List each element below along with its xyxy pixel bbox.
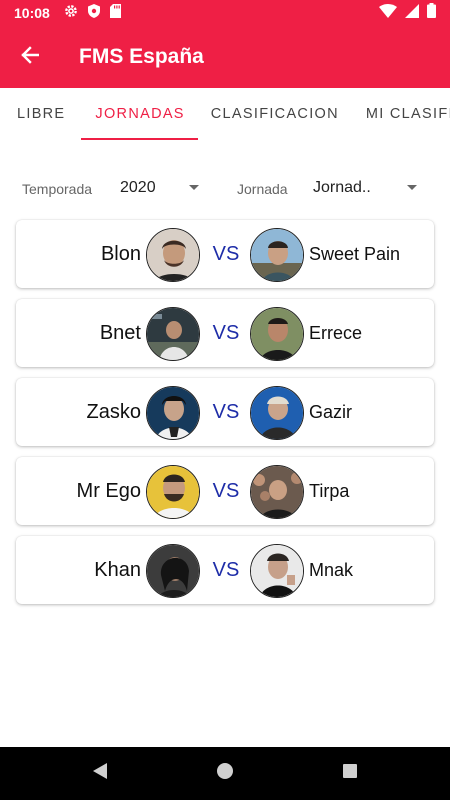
tab-label: JORNADAS — [95, 106, 185, 122]
rapper-left-name: Khan — [94, 558, 141, 581]
rapper-right-name: Gazir — [309, 401, 353, 422]
match-card[interactable]: Zasko VS Gazir — [16, 378, 434, 446]
back-button[interactable] — [0, 26, 60, 88]
status-time: 10:08 — [14, 5, 50, 21]
tab-libre[interactable]: LIBRE — [17, 88, 65, 140]
rapper-right-name: Tirpa — [309, 480, 350, 501]
vs-label: VS — [212, 321, 240, 344]
rapper-left-avatar — [146, 228, 200, 282]
rapper-right-avatar — [250, 386, 304, 440]
shield-icon — [87, 3, 100, 23]
jornada-select[interactable]: Jornad.. — [313, 179, 371, 197]
tab-bar: LIBRE JORNADAS CLASIFICACION MI CLASIFI — [0, 88, 450, 140]
rapper-left-avatar — [146, 465, 200, 519]
tab-jornadas[interactable]: JORNADAS — [81, 88, 199, 140]
wifi-icon — [379, 3, 397, 23]
rapper-left-name: Mr Ego — [76, 479, 141, 502]
app-bar: FMS España — [0, 26, 450, 88]
match-card[interactable]: Mr Ego VS Tirpa — [16, 457, 434, 525]
dropdown-arrow-icon[interactable] — [189, 185, 199, 190]
sd-card-icon — [109, 3, 121, 23]
tab-clasificacion[interactable]: CLASIFICACION — [211, 88, 339, 140]
nav-recents-button[interactable] — [288, 747, 413, 800]
rapper-right-name: Sweet Pain — [309, 243, 401, 264]
rapper-right-avatar — [250, 307, 304, 361]
vs-label: VS — [212, 400, 240, 423]
match-card[interactable]: Blon VS Sweet Pain — [16, 220, 434, 288]
system-nav-bar — [0, 747, 450, 800]
rapper-right-avatar — [250, 228, 304, 282]
vs-label: VS — [212, 558, 240, 581]
tab-label: LIBRE — [17, 106, 66, 122]
dropdown-arrow-icon[interactable] — [407, 185, 417, 190]
match-card[interactable]: Khan VS Mnak — [16, 536, 434, 604]
rapper-right-avatar — [250, 465, 304, 519]
back-triangle-icon — [92, 762, 108, 785]
vs-label: VS — [212, 479, 240, 502]
tab-label: MI CLASIFI — [365, 106, 450, 122]
vs-label: VS — [212, 242, 240, 265]
rapper-right-name: Mnak — [309, 559, 354, 580]
nav-home-button[interactable] — [163, 747, 288, 800]
rapper-left-avatar — [146, 307, 200, 361]
tab-label: CLASIFICACION — [210, 106, 339, 122]
home-circle-icon — [216, 762, 234, 785]
rapper-left-name: Blon — [100, 242, 141, 265]
temporada-label: Temporada — [22, 181, 93, 197]
rapper-right-name: Errece — [309, 322, 363, 343]
rapper-right-avatar — [250, 544, 304, 598]
temporada-select[interactable]: 2020 — [120, 179, 156, 197]
match-card[interactable]: Bnet VS Errece — [16, 299, 434, 367]
signal-icon — [405, 3, 419, 23]
rapper-left-avatar — [146, 544, 200, 598]
nav-back-button[interactable] — [38, 747, 163, 800]
match-list: Blon VS Sweet Pain Bnet VS Errece Zasko … — [16, 220, 434, 615]
recents-square-icon — [342, 763, 358, 784]
settings-gear-icon — [64, 4, 78, 23]
battery-icon — [427, 3, 436, 23]
jornada-label: Jornada — [237, 181, 288, 197]
arrow-left-icon — [21, 45, 40, 69]
filters: Temporada 2020 Jornada Jornad.. — [0, 170, 450, 208]
status-bar: 10:08 — [0, 0, 450, 26]
app-title: FMS España — [79, 45, 204, 68]
tab-mi-clasificacion[interactable]: MI CLASIFI — [366, 88, 450, 140]
rapper-left-name: Zasko — [86, 400, 141, 423]
rapper-left-avatar — [146, 386, 200, 440]
rapper-left-name: Bnet — [99, 321, 141, 344]
